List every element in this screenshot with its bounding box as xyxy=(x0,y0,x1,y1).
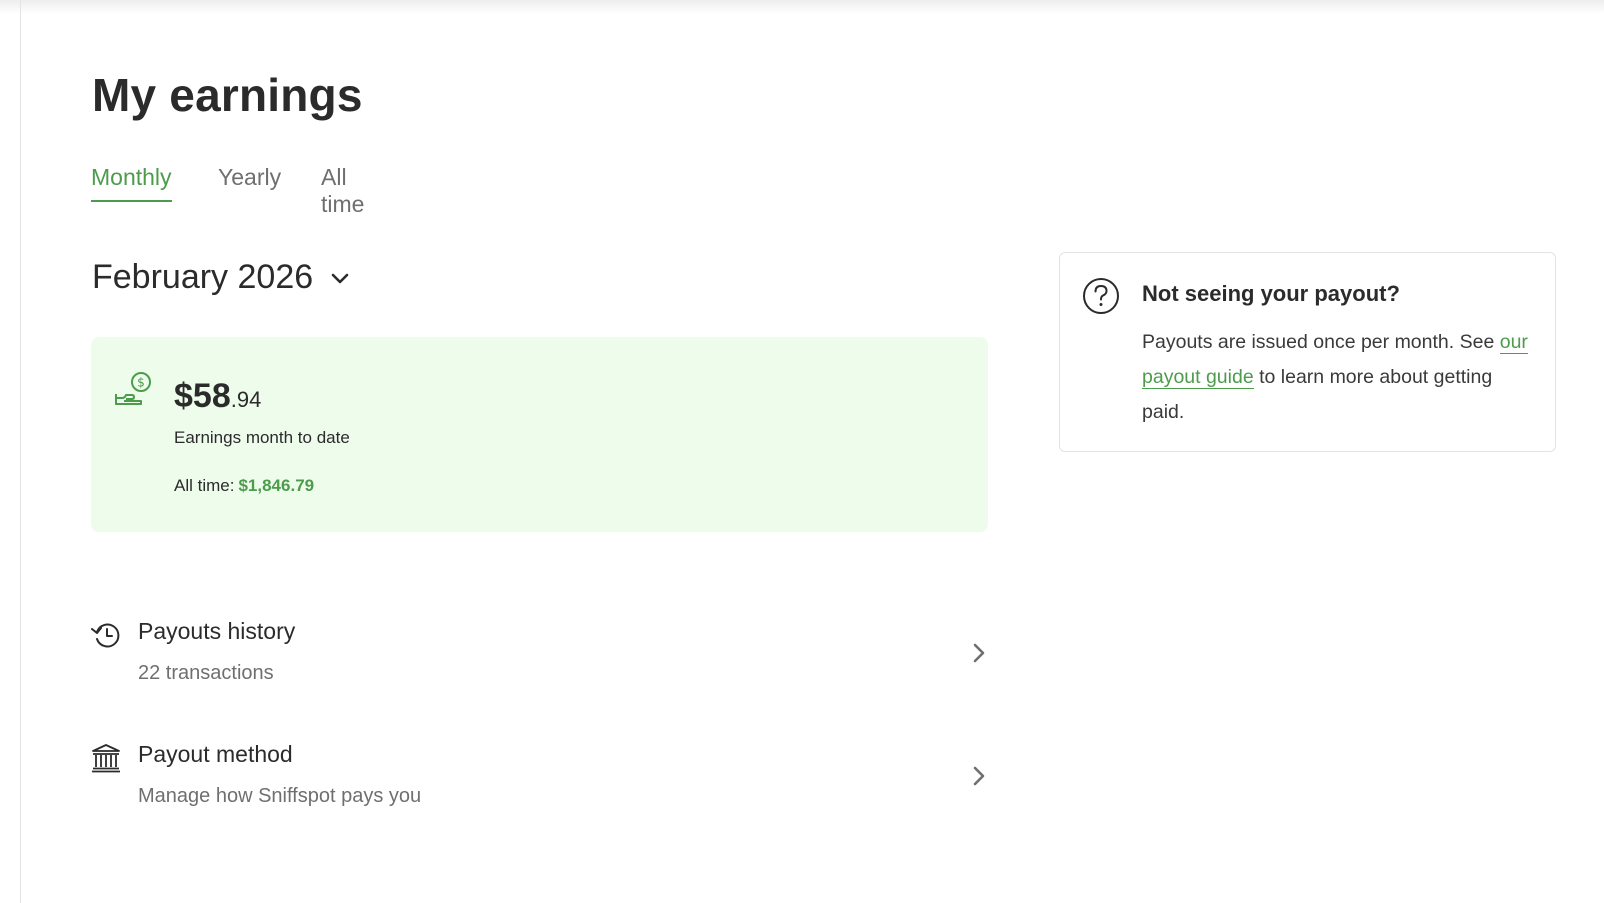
amount-dollars: $58 xyxy=(174,377,231,415)
month-label: February 2026 xyxy=(92,258,314,296)
svg-text:$: $ xyxy=(137,376,145,390)
hand-dollar-icon: $ xyxy=(115,372,151,405)
all-time-total: All time: $1,846.79 xyxy=(174,476,314,496)
amount-cents: .94 xyxy=(230,387,262,412)
help-text-intro: Payouts are issued once per month. See xyxy=(1142,331,1500,353)
payout-method-row[interactable]: Payout method Manage how Sniffspot pays … xyxy=(91,735,988,825)
month-dropdown[interactable]: February 2026 xyxy=(92,258,351,297)
row-title: Payout method xyxy=(138,741,293,767)
tab-monthly[interactable]: Monthly xyxy=(91,164,172,202)
history-clock-icon xyxy=(91,623,120,648)
question-circle-icon xyxy=(1083,278,1119,314)
tab-yearly[interactable]: Yearly xyxy=(218,164,281,200)
row-subtitle: Manage how Sniffspot pays you xyxy=(138,785,422,807)
earnings-card: $ $58 .94 Earnings month to date All tim… xyxy=(91,337,988,532)
payouts-history-row[interactable]: Payouts history 22 transactions xyxy=(91,612,988,702)
bank-icon xyxy=(92,744,120,773)
payout-help-card: Not seeing your payout? Payouts are issu… xyxy=(1059,252,1556,452)
page-title: My earnings xyxy=(92,69,363,121)
row-subtitle: 22 transactions xyxy=(138,662,274,684)
help-text: Payouts are issued once per month. See o… xyxy=(1142,325,1532,430)
chevron-right-icon xyxy=(973,643,985,663)
tab-all-time[interactable]: All time xyxy=(321,164,364,227)
left-divider xyxy=(20,0,21,903)
all-time-value: $1,846.79 xyxy=(238,476,315,495)
help-title: Not seeing your payout? xyxy=(1142,281,1400,306)
earnings-amount: $58 .94 xyxy=(174,377,261,416)
all-time-label: All time: xyxy=(174,476,235,495)
top-shadow xyxy=(0,0,1604,14)
earnings-caption: Earnings month to date xyxy=(174,428,350,447)
chevron-down-icon xyxy=(331,273,349,284)
chevron-right-icon xyxy=(973,766,985,786)
row-title: Payouts history xyxy=(138,618,296,644)
